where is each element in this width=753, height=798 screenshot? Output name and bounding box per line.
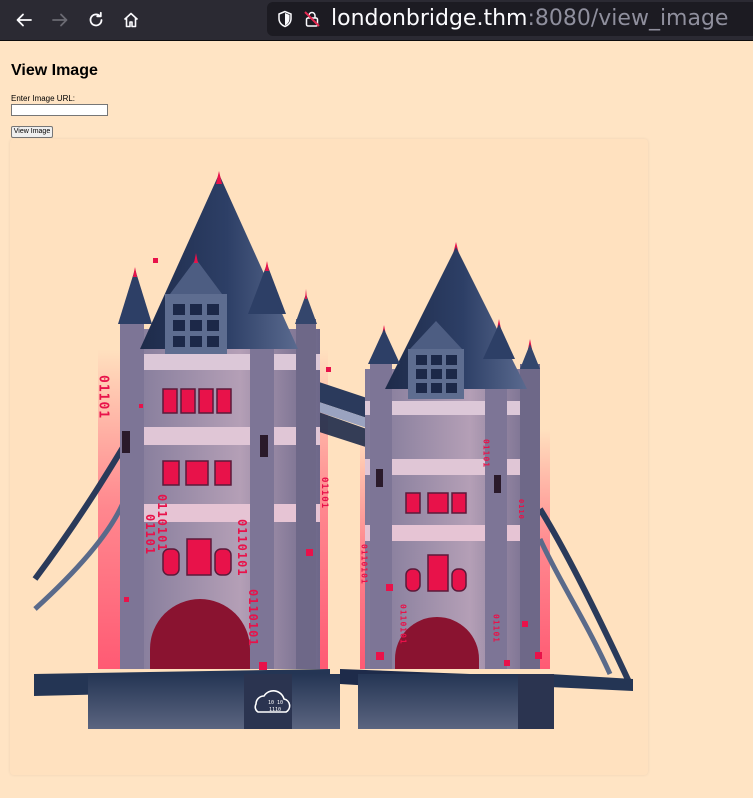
binary-string-5: 0110101 [246, 589, 260, 647]
logo-digits-top: 10 10 [268, 700, 283, 706]
binary-string-4: 0110101 [235, 519, 249, 577]
right-cable-inner [537, 537, 613, 676]
binary-string-10: 01101 [492, 614, 501, 643]
right-dormer-windows [416, 355, 457, 393]
image-url-input[interactable] [11, 104, 108, 116]
right-slot-1 [376, 469, 383, 487]
back-arrow-icon[interactable] [9, 5, 39, 35]
browser-toolbar: londonbridge.thm:8080/view_image [0, 0, 753, 41]
left-turret-3 [296, 319, 316, 669]
right-base-shadow [518, 674, 554, 729]
binary-string-11: 0110 [517, 499, 525, 520]
logo-digits-mid: 1110 [269, 707, 281, 713]
displayed-image: 10 10 1110 01101 0110101 01101 0110101 0… [10, 139, 648, 775]
lock-icon[interactable] [303, 10, 321, 28]
left-slot-1 [122, 431, 130, 453]
forward-arrow-icon[interactable] [45, 5, 75, 35]
right-lower-deck [550, 674, 633, 691]
tower-bridge-illustration: 10 10 1110 01101 0110101 01101 0110101 0… [32, 171, 633, 729]
left-turret-1 [120, 319, 144, 669]
binary-string-2: 0110101 [155, 494, 169, 552]
shield-icon[interactable] [276, 10, 294, 28]
left-spire-1 [118, 269, 152, 324]
binary-string-9: 01101 [482, 439, 491, 468]
url-text[interactable]: londonbridge.thm:8080/view_image [331, 5, 728, 33]
binary-string-6: 01101 [319, 477, 329, 509]
binary-string-1: 01101 [96, 375, 111, 419]
left-tower-base [88, 674, 340, 729]
right-cable-outer [537, 507, 633, 686]
view-image-button[interactable]: View Image [11, 126, 53, 138]
right-slot-2 [494, 475, 501, 493]
image-url-label: Enter Image URL: [11, 94, 76, 103]
home-icon[interactable] [116, 5, 146, 35]
url-host: londonbridge.thm [331, 6, 528, 31]
binary-string-7: 0110101 [360, 544, 369, 585]
url-bar[interactable]: londonbridge.thm:8080/view_image [267, 2, 753, 36]
reload-icon[interactable] [81, 5, 111, 35]
left-slot-2 [260, 435, 268, 457]
page-title: View Image [11, 62, 98, 79]
binary-string-3: 01101 [143, 514, 157, 555]
left-tower-band-2 [120, 427, 320, 445]
right-turret-1 [370, 359, 392, 669]
url-path: :8080/view_image [527, 6, 729, 31]
binary-string-8: 0110101 [399, 604, 408, 645]
right-spire-3 [520, 344, 540, 369]
right-spire-1 [368, 329, 400, 364]
left-tower-band-1 [120, 354, 320, 370]
left-dormer-windows [173, 304, 219, 347]
